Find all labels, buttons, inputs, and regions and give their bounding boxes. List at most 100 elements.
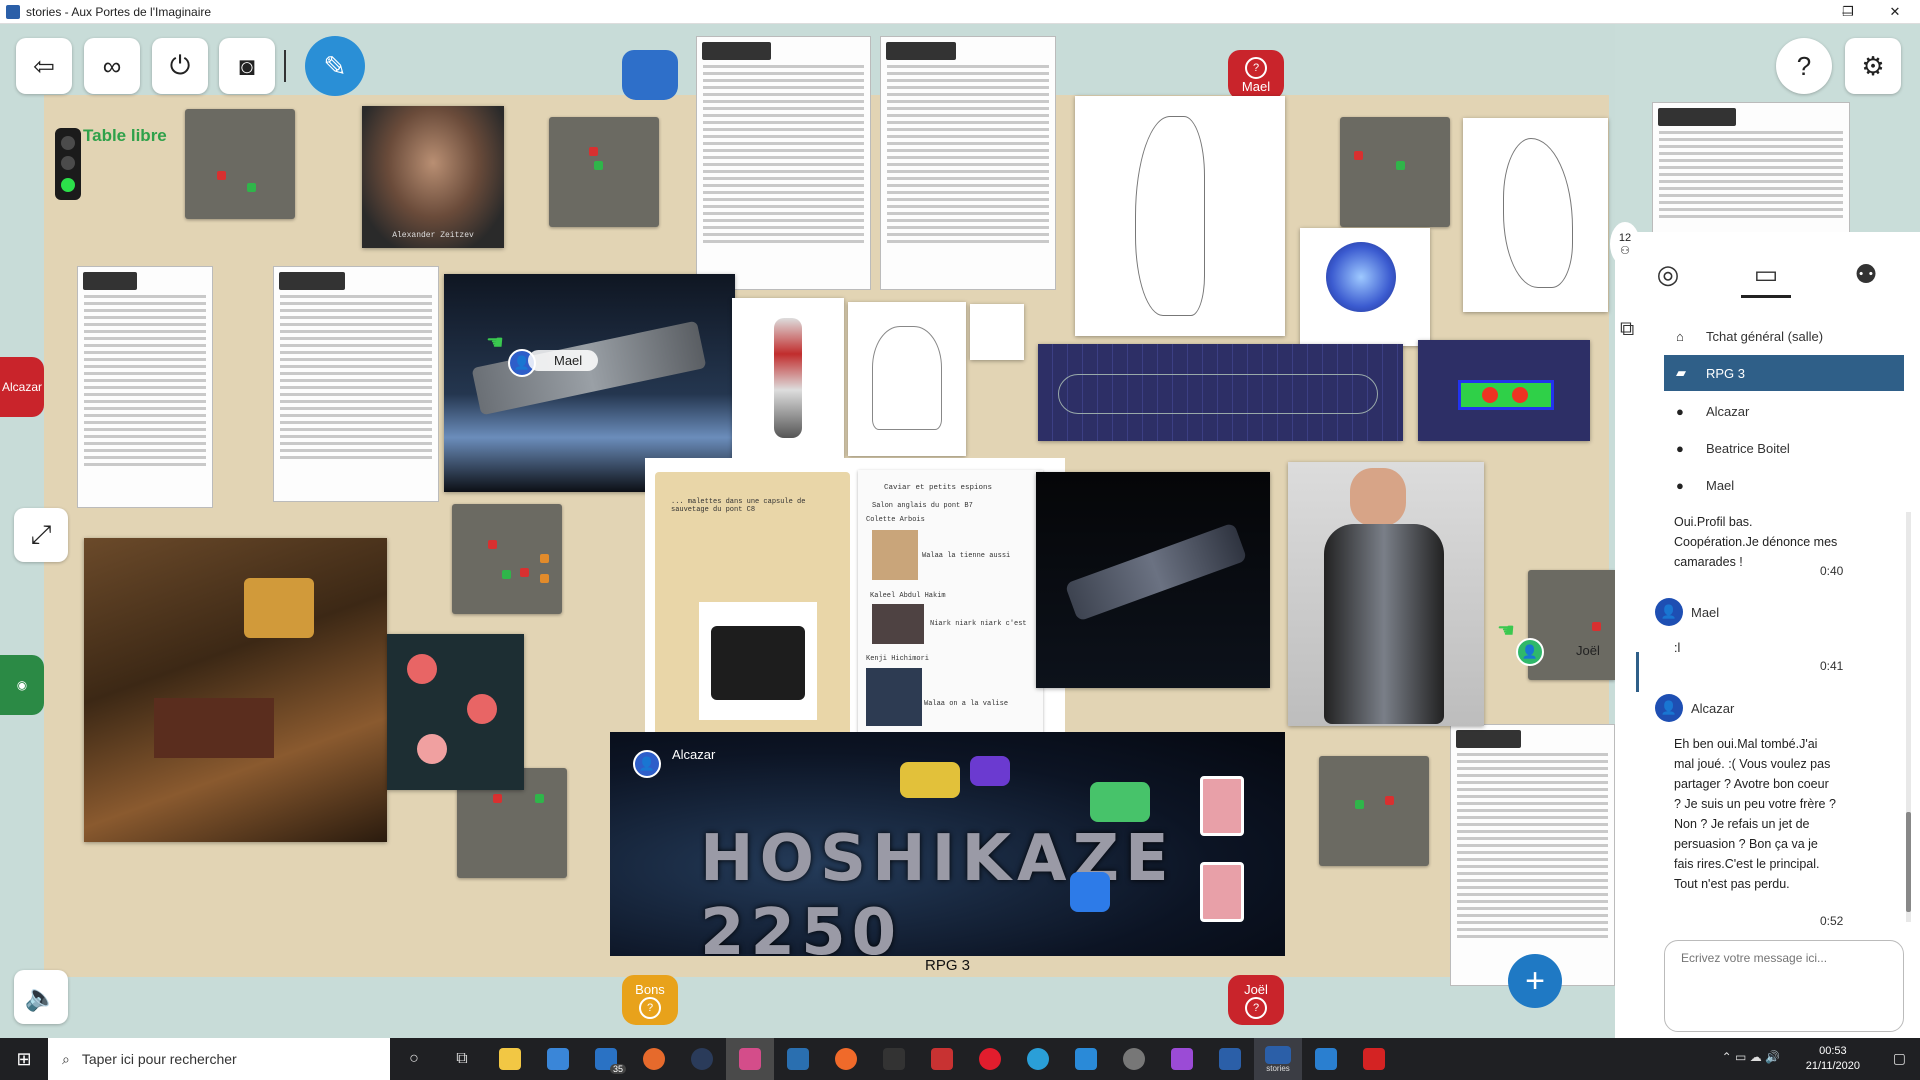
- dice-tray[interactable]: [1340, 117, 1450, 227]
- microphone-toggle[interactable]: ✎: [305, 36, 365, 96]
- card-icon: [1200, 862, 1244, 922]
- app-button-5[interactable]: [1158, 1038, 1206, 1080]
- seat-mael[interactable]: ? Mael: [1228, 50, 1284, 100]
- close-window-button[interactable]: ✕: [1872, 0, 1918, 24]
- opera-button[interactable]: [966, 1038, 1014, 1080]
- search-placeholder: Taper ici pour rechercher: [81, 1051, 237, 1067]
- briefcase-image: [699, 602, 817, 720]
- deck-plan-map[interactable]: [1038, 344, 1403, 441]
- store-button[interactable]: [534, 1038, 582, 1080]
- app-button-4[interactable]: [1110, 1038, 1158, 1080]
- taskbar-search[interactable]: ⌕ Taper ici pour rechercher: [48, 1038, 390, 1080]
- channel-general[interactable]: ⌂ Tchat général (salle): [1664, 318, 1904, 354]
- message-text: Eh ben oui.Mal tombé.J'ai mal joué. :( V…: [1674, 737, 1836, 891]
- sound-button[interactable]: 🔈: [14, 970, 68, 1024]
- chat-message: Eh ben oui.Mal tombé.J'ai mal joué. :( V…: [1664, 730, 1849, 916]
- origin-button[interactable]: [822, 1038, 870, 1080]
- game-icon: [739, 1048, 761, 1070]
- living-room-image[interactable]: [84, 538, 387, 842]
- help-icon: ?: [1796, 50, 1812, 81]
- channel-mael[interactable]: ● Mael: [1664, 467, 1904, 503]
- chat-tab[interactable]: ▭: [1736, 252, 1796, 296]
- epic-games-icon: [883, 1048, 905, 1070]
- seat-top-blue[interactable]: [622, 50, 678, 100]
- photos-button[interactable]: [1302, 1038, 1350, 1080]
- epic-button[interactable]: [870, 1038, 918, 1080]
- dossier-folder[interactable]: ... malettes dans une capsule de sauveta…: [645, 458, 1065, 754]
- seat-bons[interactable]: Bons ?: [622, 975, 678, 1025]
- mail-button[interactable]: 35: [582, 1038, 630, 1080]
- npc-portrait[interactable]: Alexander Zeitzev: [362, 106, 504, 248]
- word-button[interactable]: [1206, 1038, 1254, 1080]
- app-icon: [787, 1048, 809, 1070]
- seat-left-alcazar[interactable]: Alcazar: [0, 357, 44, 417]
- small-sketch[interactable]: [970, 304, 1024, 360]
- character-sheet[interactable]: [696, 36, 871, 290]
- invite-link-button[interactable]: ∞: [84, 38, 140, 94]
- camera-button[interactable]: ◙: [219, 38, 275, 94]
- game-banner[interactable]: HOSHIKAZE 2250: [610, 732, 1285, 956]
- users-icon: ⚇: [1620, 244, 1630, 257]
- character-sheet[interactable]: [77, 266, 213, 508]
- dice-tray[interactable]: [549, 117, 659, 227]
- steam-icon: [691, 1048, 713, 1070]
- table-status-label: Table libre: [83, 126, 167, 145]
- chat-scrollbar[interactable]: [1906, 512, 1911, 922]
- player-name-pill: Joël: [1576, 643, 1600, 658]
- app-button[interactable]: [774, 1038, 822, 1080]
- firefox-button[interactable]: [630, 1038, 678, 1080]
- add-button[interactable]: +: [1508, 954, 1562, 1008]
- character-art[interactable]: [732, 298, 844, 458]
- chat-message-input[interactable]: [1664, 940, 1904, 1032]
- game-app-button[interactable]: [726, 1038, 774, 1080]
- notifications-button[interactable]: ▢: [1893, 1050, 1906, 1067]
- character-sheet[interactable]: [273, 266, 439, 502]
- channel-rpg3[interactable]: ▰ RPG 3: [1664, 355, 1904, 391]
- deck-plan-color[interactable]: [1418, 340, 1590, 441]
- help-button[interactable]: ?: [1776, 38, 1832, 94]
- tray-icons[interactable]: ⌃ ▭ ☁ 🔊: [1722, 1050, 1780, 1064]
- app-icon: [6, 4, 20, 19]
- dice-tray[interactable]: [452, 504, 562, 614]
- seat-joel[interactable]: Joël ?: [1228, 975, 1284, 1025]
- dice-tray[interactable]: [1319, 756, 1429, 866]
- app-button-3[interactable]: [1062, 1038, 1110, 1080]
- creature-sketch[interactable]: [1075, 96, 1285, 336]
- dark-spaceship-image[interactable]: [1036, 472, 1270, 688]
- steam-button[interactable]: [678, 1038, 726, 1080]
- maximize-button[interactable]: ❐: [1825, 0, 1871, 24]
- chat-message: :l: [1664, 634, 1849, 662]
- profile-tab[interactable]: ◎: [1638, 252, 1698, 296]
- stories-button[interactable]: stories: [1254, 1038, 1302, 1080]
- popout-button[interactable]: ⧉: [1620, 318, 1634, 341]
- dice-tray[interactable]: [185, 109, 295, 219]
- floral-pattern[interactable]: [387, 634, 524, 790]
- participants-counter[interactable]: 12 ⚇: [1610, 222, 1640, 266]
- sketch-art[interactable]: [848, 302, 966, 456]
- speaker-icon: 🔈: [24, 981, 58, 1012]
- power-button[interactable]: ⏻: [152, 38, 208, 94]
- cortana-button[interactable]: ○: [390, 1038, 438, 1080]
- leave-button[interactable]: ⇦: [16, 38, 72, 94]
- channel-alcazar[interactable]: ● Alcazar: [1664, 393, 1904, 429]
- start-button[interactable]: ⊞: [0, 1038, 48, 1080]
- jellyfish-art[interactable]: [1300, 228, 1430, 346]
- app-button-2[interactable]: [918, 1038, 966, 1080]
- taskbar-clock[interactable]: 00:53 21/11/2020: [1806, 1044, 1860, 1074]
- explorer-button[interactable]: [486, 1038, 534, 1080]
- users-tab[interactable]: ⚉: [1836, 252, 1896, 296]
- character-sheet[interactable]: [880, 36, 1056, 290]
- dossier-location: Salon anglais du pont B7: [872, 502, 973, 510]
- task-view-button[interactable]: ⧉: [438, 1038, 486, 1080]
- channel-beatrice[interactable]: ● Beatrice Boitel: [1664, 430, 1904, 466]
- dice-tray[interactable]: [1528, 570, 1615, 680]
- pdf-button[interactable]: [1350, 1038, 1398, 1080]
- character-sheet[interactable]: [1652, 102, 1850, 236]
- character-sheet[interactable]: [1450, 724, 1615, 986]
- seat-left-green[interactable]: ◉: [0, 655, 44, 715]
- armored-character-image[interactable]: [1288, 462, 1484, 726]
- fullscreen-button[interactable]: ⤢: [14, 508, 68, 562]
- edge-button[interactable]: [1014, 1038, 1062, 1080]
- dragon-sketch[interactable]: [1463, 118, 1608, 312]
- settings-button[interactable]: ⚙: [1845, 38, 1901, 94]
